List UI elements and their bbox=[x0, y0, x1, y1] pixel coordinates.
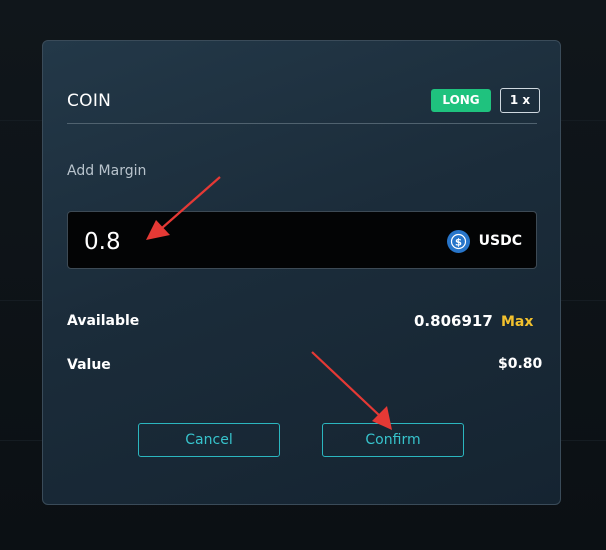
svg-text:$: $ bbox=[455, 237, 462, 248]
amount-input[interactable] bbox=[82, 226, 386, 258]
add-margin-label: Add Margin bbox=[67, 163, 147, 179]
amount-field[interactable]: $ USDC bbox=[67, 211, 537, 269]
modal-title: COIN bbox=[67, 91, 112, 111]
token-label: USDC bbox=[478, 233, 522, 249]
usdc-icon: $ bbox=[446, 229, 470, 253]
cancel-button[interactable]: Cancel bbox=[138, 423, 280, 457]
value-label: Value bbox=[67, 357, 111, 373]
value-amount: $0.80 bbox=[498, 356, 543, 372]
confirm-button[interactable]: Confirm bbox=[322, 423, 464, 457]
header-divider bbox=[67, 123, 537, 124]
leverage-badge: 1 x bbox=[500, 88, 540, 113]
token-selector: $ USDC bbox=[446, 229, 522, 253]
available-label: Available bbox=[67, 313, 140, 329]
add-margin-modal: COIN LONG 1 x Add Margin $ USDC Availabl… bbox=[42, 40, 561, 505]
long-badge: LONG bbox=[431, 89, 491, 112]
available-value: 0.806917 bbox=[414, 312, 493, 330]
max-button[interactable]: Max bbox=[501, 314, 533, 330]
